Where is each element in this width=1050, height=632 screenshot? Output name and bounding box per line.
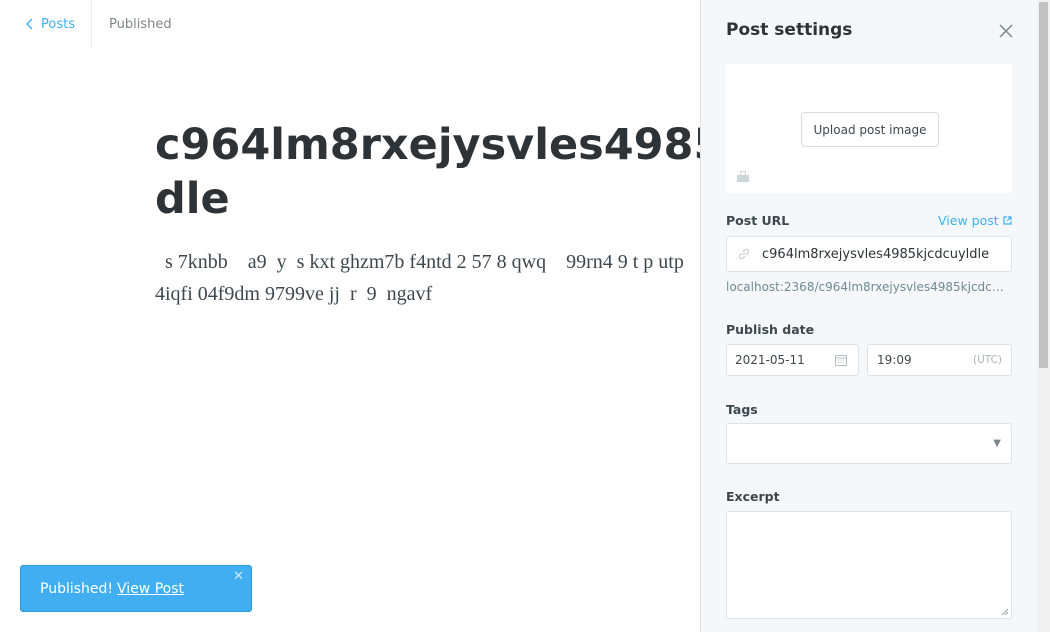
tags-select[interactable]: ▼: [726, 423, 1012, 464]
post-body-line-1: s 7knbb a9 y s kxt ghzm7b f4ntd 2 57 8 q…: [155, 251, 684, 273]
view-post-label: View post: [938, 213, 999, 228]
post-body-line-2: 4iqfi 04f9dm 9799ve jj r 9 ngavf: [155, 283, 433, 305]
post-title-line-2: dle: [155, 174, 230, 224]
post-url-value: c964lm8rxejysvles4985kjcdcuyldle: [762, 246, 990, 262]
post-status: Published: [108, 16, 172, 32]
resize-grip-icon[interactable]: [1000, 607, 1009, 616]
upload-post-image-button[interactable]: Upload post image: [801, 112, 939, 147]
publish-date-input[interactable]: 2021-05-11: [726, 344, 859, 376]
back-to-posts-link[interactable]: Posts: [0, 0, 92, 48]
publish-time-value: 19:09: [877, 353, 912, 367]
excerpt-label: Excerpt: [726, 489, 780, 504]
post-url-label: Post URL: [726, 213, 790, 228]
publish-date-label: Publish date: [726, 322, 815, 337]
excerpt-textarea[interactable]: [726, 511, 1012, 619]
panel-scrollbar[interactable]: [1037, 0, 1050, 632]
close-icon[interactable]: [997, 22, 1015, 40]
published-toast: Published! View Post ✕: [20, 565, 252, 612]
panel-title: Post settings: [726, 20, 853, 40]
image-icon: [737, 171, 749, 182]
timezone-label: (UTC): [973, 354, 1003, 366]
back-link-label: Posts: [41, 16, 75, 32]
calendar-icon[interactable]: [835, 354, 847, 366]
scrollbar-thumb[interactable]: [1039, 2, 1048, 368]
toast-view-post-link[interactable]: View Post: [117, 581, 184, 597]
view-post-link[interactable]: View post: [938, 213, 1012, 228]
post-url-preview: localhost:2368/c964lm8rxejysvles4985kjcd…: [726, 280, 1006, 294]
top-bar: Posts Published: [0, 0, 700, 48]
post-title-line-1: c964lm8rxejysvles4985kjcdcuyl: [155, 120, 700, 170]
post-settings-panel: Post settings Upload post image Post URL…: [700, 0, 1050, 632]
toast-close-icon[interactable]: ✕: [233, 569, 244, 584]
post-image-upload-area[interactable]: Upload post image: [726, 64, 1012, 193]
dropdown-caret-icon: ▼: [993, 438, 1001, 449]
post-editor[interactable]: c964lm8rxejysvles4985kjcdcuyl dle s 7knb…: [155, 118, 700, 310]
publish-date-value: 2021-05-11: [735, 353, 805, 367]
post-body[interactable]: s 7knbb a9 y s kxt ghzm7b f4ntd 2 57 8 q…: [155, 246, 700, 310]
toast-message: Published!: [40, 580, 114, 597]
link-icon: [738, 248, 750, 260]
chevron-left-icon: [26, 18, 33, 30]
publish-time-input[interactable]: 19:09 (UTC): [867, 344, 1012, 376]
post-title[interactable]: c964lm8rxejysvles4985kjcdcuyl dle: [155, 118, 700, 226]
post-url-input[interactable]: c964lm8rxejysvles4985kjcdcuyldle: [726, 236, 1012, 272]
tags-label: Tags: [726, 402, 758, 417]
external-link-icon: [1003, 216, 1012, 225]
